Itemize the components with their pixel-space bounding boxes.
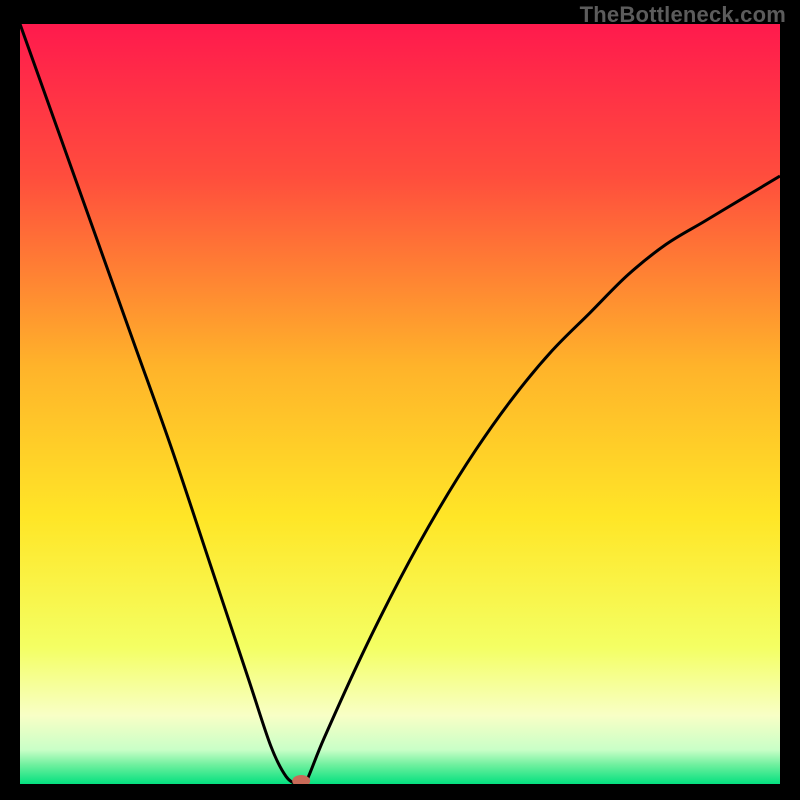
chart-frame [20, 24, 780, 784]
bottleneck-chart [20, 24, 780, 784]
gradient-background [20, 24, 780, 784]
